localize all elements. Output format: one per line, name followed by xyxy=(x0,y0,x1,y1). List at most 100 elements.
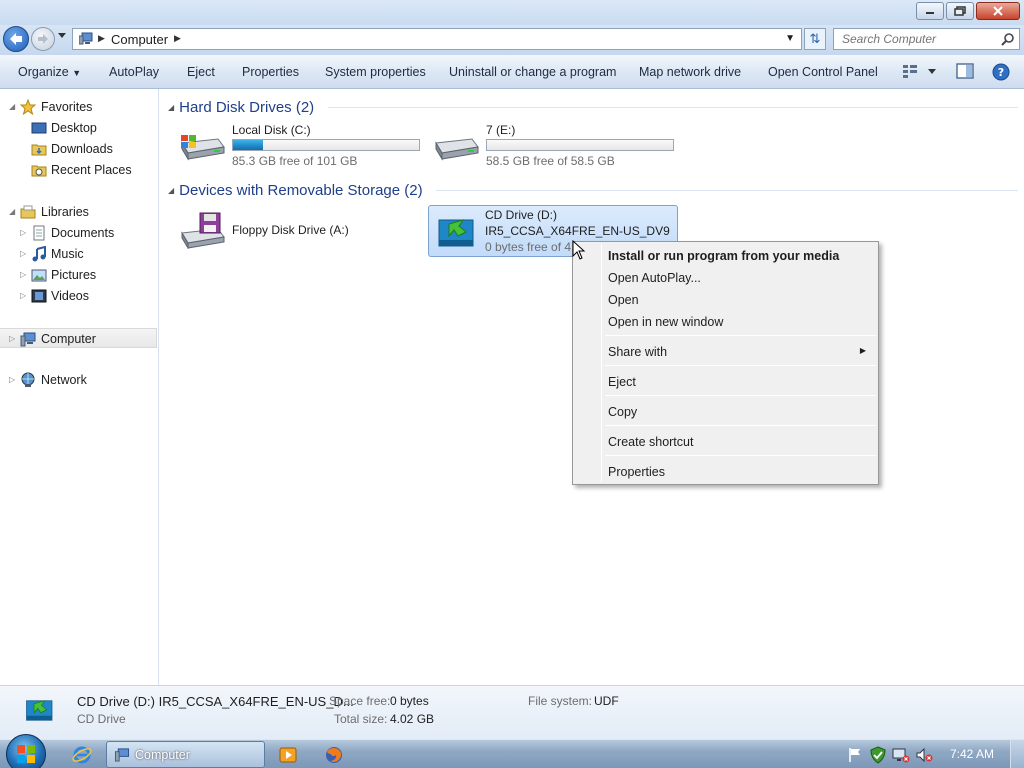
mouse-cursor-icon xyxy=(572,240,586,260)
drive-floppy-a[interactable]: Floppy Disk Drive (A:) xyxy=(170,205,420,255)
title-bar xyxy=(0,0,1024,25)
properties-button[interactable]: Properties xyxy=(242,65,299,79)
group-header-removable-storage[interactable]: ◢ Devices with Removable Storage (2) xyxy=(168,179,1018,201)
taskbar-media-player[interactable] xyxy=(268,742,308,767)
menu-item-open-new-window[interactable]: Open in new window xyxy=(575,310,876,332)
breadcrumb-separator[interactable]: ▶ xyxy=(98,33,105,44)
context-menu: Install or run program from your media O… xyxy=(572,241,879,485)
open-control-panel-button[interactable]: Open Control Panel xyxy=(768,65,878,79)
sidebar-item-pictures[interactable]: ▷ Pictures xyxy=(0,265,157,285)
taskbar-computer-window[interactable]: Computer xyxy=(106,741,265,768)
svg-text:?: ? xyxy=(998,66,1004,79)
computer-icon xyxy=(114,748,130,762)
drive-name: 7 (E:) xyxy=(486,123,516,137)
help-button[interactable]: ? xyxy=(992,63,1010,84)
search-input[interactable] xyxy=(834,29,994,49)
eject-button[interactable]: Eject xyxy=(187,65,215,79)
sidebar-item-recent-places[interactable]: Recent Places xyxy=(0,160,157,180)
network-status-icon[interactable] xyxy=(892,747,910,763)
hard-drive-icon xyxy=(435,138,479,161)
menu-separator xyxy=(605,455,876,456)
menu-item-create-shortcut[interactable]: Create shortcut xyxy=(575,430,876,452)
expand-icon[interactable]: ▷ xyxy=(20,270,26,279)
search-box[interactable] xyxy=(833,28,1020,50)
system-tray: 7:42 AM xyxy=(834,740,1024,768)
breadcrumb-separator[interactable]: ▶ xyxy=(174,33,181,44)
chevron-down-icon: ▼ xyxy=(72,68,82,78)
sidebar-item-network[interactable]: ▷ Network xyxy=(0,370,157,390)
forward-button[interactable] xyxy=(31,27,55,51)
back-button[interactable] xyxy=(3,26,29,52)
volume-muted-icon[interactable] xyxy=(916,747,934,763)
details-type: CD Drive xyxy=(77,712,126,726)
drive-7-e[interactable]: 7 (E:) 58.5 GB free of 58.5 GB xyxy=(424,119,674,169)
restore-icon xyxy=(954,6,966,16)
menu-item-share-with[interactable]: Share with ▶ xyxy=(575,340,876,362)
refresh-icon: ⇅ xyxy=(809,31,821,46)
collapse-icon[interactable]: ◢ xyxy=(9,102,15,111)
group-header-hard-disk-drives[interactable]: ◢ Hard Disk Drives (2) xyxy=(168,96,1018,118)
menu-item-open[interactable]: Open xyxy=(575,288,876,310)
search-icon[interactable] xyxy=(1001,32,1015,46)
sidebar-item-music[interactable]: ▷ Music xyxy=(0,244,157,264)
uninstall-program-button[interactable]: Uninstall or change a program xyxy=(449,65,616,79)
submenu-arrow-icon: ▶ xyxy=(859,346,866,355)
desktop-icon xyxy=(31,122,47,134)
recent-pages-dropdown[interactable] xyxy=(58,33,66,39)
minimize-button[interactable] xyxy=(916,2,944,20)
breadcrumb-computer[interactable]: Computer xyxy=(111,32,168,47)
menu-item-open-autoplay[interactable]: Open AutoPlay... xyxy=(575,266,876,288)
sidebar-item-computer[interactable]: ▷ Computer xyxy=(0,328,157,348)
menu-separator xyxy=(605,365,876,366)
change-view-button[interactable] xyxy=(902,63,938,82)
collapse-icon[interactable]: ◢ xyxy=(168,186,174,195)
windows-drive-icon xyxy=(181,135,225,161)
menu-item-install-run[interactable]: Install or run program from your media xyxy=(575,244,876,266)
map-network-drive-button[interactable]: Map network drive xyxy=(639,65,741,79)
address-bar[interactable]: ▶ Computer ▶ ▼ xyxy=(72,28,802,50)
collapse-icon[interactable]: ◢ xyxy=(9,207,15,216)
organize-button[interactable]: Organize ▼ xyxy=(18,65,81,79)
autoplay-button[interactable]: AutoPlay xyxy=(109,65,159,79)
menu-item-properties[interactable]: Properties xyxy=(575,460,876,482)
sidebar-item-favorites[interactable]: ◢ Favorites xyxy=(0,97,157,117)
expand-icon[interactable]: ▷ xyxy=(9,375,15,384)
expand-icon[interactable]: ▷ xyxy=(20,249,26,258)
taskbar: Computer 7:42 AM xyxy=(0,734,1024,768)
address-dropdown-icon[interactable]: ▼ xyxy=(785,33,795,44)
refresh-button[interactable]: ⇅ xyxy=(804,28,826,50)
windows-logo-icon xyxy=(17,745,35,763)
back-arrow-icon xyxy=(10,33,22,45)
taskbar-firefox[interactable] xyxy=(314,742,354,767)
maximize-button[interactable] xyxy=(946,2,974,20)
floppy-drive-icon xyxy=(181,212,225,249)
sidebar-item-videos[interactable]: ▷ Videos xyxy=(0,286,157,306)
system-properties-button[interactable]: System properties xyxy=(325,65,426,79)
recent-places-icon xyxy=(31,165,47,177)
sidebar-item-libraries[interactable]: ◢ Libraries xyxy=(0,202,157,222)
taskbar-internet-explorer[interactable] xyxy=(62,742,102,767)
pictures-icon xyxy=(31,269,47,282)
cd-drive-icon xyxy=(26,700,53,721)
drive-name: Local Disk (C:) xyxy=(232,123,311,137)
sidebar-item-desktop[interactable]: Desktop xyxy=(0,118,157,138)
sidebar-item-downloads[interactable]: Downloads xyxy=(0,139,157,159)
collapse-icon[interactable]: ◢ xyxy=(168,103,174,112)
drive-local-disk-c[interactable]: Local Disk (C:) 85.3 GB free of 101 GB xyxy=(170,119,420,169)
firefox-icon xyxy=(326,746,342,763)
menu-item-eject[interactable]: Eject xyxy=(575,370,876,392)
expand-icon[interactable]: ▷ xyxy=(20,291,26,300)
security-shield-icon[interactable] xyxy=(870,746,886,764)
details-filesystem-label: File system: xyxy=(528,694,593,708)
view-icon xyxy=(903,65,936,78)
close-button[interactable] xyxy=(976,2,1020,20)
clock[interactable]: 7:42 AM xyxy=(950,747,994,761)
action-center-flag-icon[interactable] xyxy=(848,747,862,763)
expand-icon[interactable]: ▷ xyxy=(9,334,15,343)
start-button[interactable] xyxy=(6,734,46,768)
preview-pane-button[interactable] xyxy=(956,63,974,82)
expand-icon[interactable]: ▷ xyxy=(20,228,26,237)
show-desktop-button[interactable] xyxy=(1010,740,1024,768)
sidebar-item-documents[interactable]: ▷ Documents xyxy=(0,223,157,243)
menu-item-copy[interactable]: Copy xyxy=(575,400,876,422)
